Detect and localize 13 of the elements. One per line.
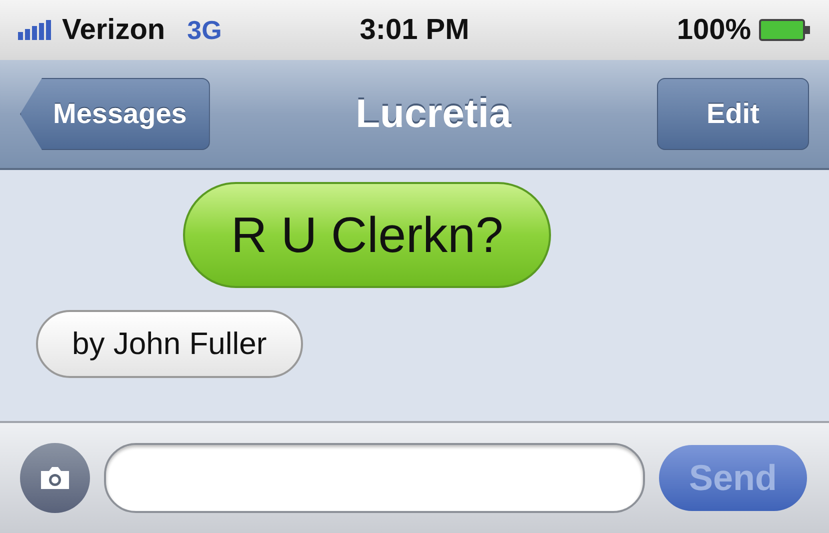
carrier-name: Verizon [62, 14, 166, 46]
signal-icon [18, 20, 54, 40]
edit-button[interactable]: Edit [656, 78, 809, 150]
network-type: 3G [187, 14, 222, 46]
sent-message-bubble: R U Clerkn? [183, 182, 552, 288]
battery-percent: 100% [676, 14, 751, 46]
received-message-bubble: by John Fuller [36, 310, 303, 378]
camera-icon [38, 465, 72, 491]
message-input-field[interactable] [104, 443, 645, 513]
back-button[interactable]: Messages [20, 78, 210, 150]
status-time: 3:01 PM [360, 14, 470, 46]
conversation-title: Lucretia [356, 92, 512, 136]
battery-icon [758, 19, 811, 41]
